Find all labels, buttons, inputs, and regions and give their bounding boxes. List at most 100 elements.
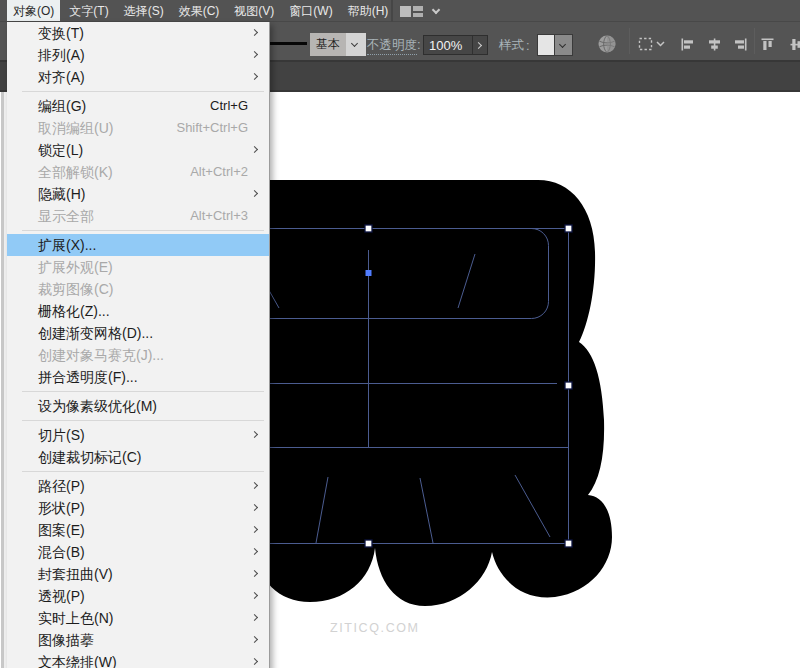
menu-item-arrange[interactable]: 排列(A) (7, 44, 269, 66)
opacity-value[interactable]: 100% (424, 36, 472, 54)
workspace-icon (400, 6, 423, 17)
menu-item-lock[interactable]: 锁定(L) (7, 139, 269, 161)
menu-item-label: 隐藏(H) (38, 186, 85, 202)
opacity-input[interactable]: 100% (423, 35, 488, 55)
menu-item-flatten-transparency[interactable]: 拼合透明度(F)... (7, 366, 269, 388)
menu-item-perspective[interactable]: 透视(P) (7, 585, 269, 607)
menu-item-label: 创建裁切标记(C) (38, 449, 141, 465)
menubar-item-effect[interactable]: 效果(C) (173, 0, 226, 21)
menu-item-label: 图案(E) (38, 522, 85, 538)
menubar-item-help[interactable]: 帮助(H) (342, 0, 395, 21)
menu-item-label: 排列(A) (38, 47, 85, 63)
opacity-label: 不透明度 (367, 37, 417, 55)
menu-item-path[interactable]: 路径(P) (7, 475, 269, 497)
menu-item-shortcut: Shift+Ctrl+G (176, 117, 248, 139)
menu-item-unlock-all[interactable]: 全部解锁(K) Alt+Ctrl+2 (7, 161, 269, 183)
menu-separator (7, 388, 269, 395)
menu-item-align[interactable]: 对齐(A) (7, 66, 269, 88)
menu-item-shortcut: Alt+Ctrl+3 (190, 205, 248, 227)
menu-item-pattern[interactable]: 图案(E) (7, 519, 269, 541)
style-swatch[interactable] (537, 34, 555, 56)
menu-item-object-mosaic[interactable]: 创建对象马赛克(J)... (7, 344, 269, 366)
menu-item-label: 创建渐变网格(D)... (38, 325, 153, 341)
menu-item-label: 取消编组(U) (38, 120, 113, 136)
menu-item-rasterize[interactable]: 栅格化(Z)... (7, 300, 269, 322)
watermark: ZITICQ.COM (330, 621, 420, 635)
menu-item-label: 路径(P) (38, 478, 85, 494)
menu-item-label: 全部解锁(K) (38, 164, 113, 180)
menu-item-label: 锁定(L) (38, 142, 83, 158)
menu-item-show-all[interactable]: 显示全部 Alt+Ctrl+3 (7, 205, 269, 227)
menu-item-blend[interactable]: 混合(B) (7, 541, 269, 563)
menu-item-crop-image[interactable]: 裁剪图像(C) (7, 278, 269, 300)
menu-item-slice[interactable]: 切片(S) (7, 424, 269, 446)
align-left-icon[interactable] (681, 38, 694, 51)
menu-item-label: 创建对象马赛克(J)... (38, 347, 164, 363)
menu-item-label: 封套扭曲(V) (38, 566, 113, 582)
menu-item-label: 切片(S) (38, 427, 85, 443)
menu-item-envelope-distort[interactable]: 封套扭曲(V) (7, 563, 269, 585)
menu-item-text-wrap[interactable]: 文本绕排(W) (7, 651, 269, 668)
bounding-box-options-icon[interactable] (638, 37, 666, 51)
menubar-item-window[interactable]: 窗口(W) (283, 0, 338, 21)
menu-item-live-paint[interactable]: 实时上色(N) (7, 607, 269, 629)
menu-item-label: 扩展(X)... (38, 237, 96, 253)
submenu-arrow-icon (251, 73, 258, 80)
style-colon: : (526, 38, 530, 53)
menu-item-expand[interactable]: 扩展(X)... (7, 234, 269, 256)
menu-item-pixel-perfect[interactable]: 设为像素级优化(M) (7, 395, 269, 417)
stroke-style-dropdown[interactable]: 基本 (310, 33, 366, 56)
tools-panel-sliver (0, 92, 7, 668)
style-label: 样式 (499, 37, 524, 53)
menu-item-hide[interactable]: 隐藏(H) (7, 183, 269, 205)
submenu-arrow-icon (251, 146, 258, 153)
submenu-arrow-icon (251, 504, 258, 511)
menubar-item-object[interactable]: 对象(O) (7, 0, 60, 21)
menu-item-label: 图像描摹 (38, 632, 94, 648)
menubar-item-type[interactable]: 文字(T) (63, 0, 114, 21)
menu-separator (7, 417, 269, 424)
align-right-icon[interactable] (734, 38, 747, 51)
menu-item-label: 显示全部 (38, 208, 94, 224)
menu-separator (7, 468, 269, 475)
opacity-expand-icon[interactable] (472, 36, 487, 54)
menu-item-label: 设为像素级优化(M) (38, 398, 157, 414)
submenu-arrow-icon (251, 431, 258, 438)
menubar-item-select[interactable]: 选择(S) (118, 0, 170, 21)
menu-item-label: 对齐(A) (38, 69, 85, 85)
menu-item-shape[interactable]: 形状(P) (7, 497, 269, 519)
menu-item-gradient-mesh[interactable]: 创建渐变网格(D)... (7, 322, 269, 344)
align-top-icon[interactable] (761, 38, 774, 51)
menu-item-group[interactable]: 编组(G) Ctrl+G (7, 95, 269, 117)
menu-item-label: 编组(G) (38, 98, 86, 114)
workspace-switcher[interactable] (400, 0, 439, 22)
menu-item-image-trace[interactable]: 图像描摹 (7, 629, 269, 651)
menu-item-label: 扩展外观(E) (38, 259, 113, 275)
menu-item-crop-marks[interactable]: 创建裁切标记(C) (7, 446, 269, 468)
chevron-down-icon (432, 5, 440, 13)
submenu-arrow-icon (251, 614, 258, 621)
menu-item-label: 栅格化(Z)... (38, 303, 110, 319)
menu-item-label: 文本绕排(W) (38, 654, 117, 668)
menu-item-shortcut: Alt+Ctrl+2 (190, 161, 248, 183)
submenu-arrow-icon (251, 29, 258, 36)
submenu-arrow-icon (251, 548, 258, 555)
align-center-icon[interactable] (708, 38, 721, 51)
menu-item-ungroup[interactable]: 取消编组(U) Shift+Ctrl+G (7, 117, 269, 139)
menu-item-label: 形状(P) (38, 500, 85, 516)
menu-item-shortcut: Ctrl+G (210, 95, 248, 117)
style-dropdown-icon[interactable] (555, 34, 573, 56)
menubar-divider (391, 0, 393, 22)
align-vcenter-icon[interactable] (790, 38, 800, 51)
menu-item-expand-appearance[interactable]: 扩展外观(E) (7, 256, 269, 278)
document-setup-globe-icon[interactable] (597, 34, 617, 54)
submenu-arrow-icon (251, 482, 258, 489)
menu-item-label: 变换(T) (38, 25, 84, 41)
menu-item-label: 混合(B) (38, 544, 85, 560)
menu-item-label: 裁剪图像(C) (38, 281, 113, 297)
menu-item-label: 实时上色(N) (38, 610, 113, 626)
submenu-arrow-icon (251, 526, 258, 533)
menu-item-transform[interactable]: 变换(T) (7, 22, 269, 44)
menubar-item-view[interactable]: 视图(V) (228, 0, 280, 21)
chevron-down-icon[interactable] (346, 33, 366, 56)
